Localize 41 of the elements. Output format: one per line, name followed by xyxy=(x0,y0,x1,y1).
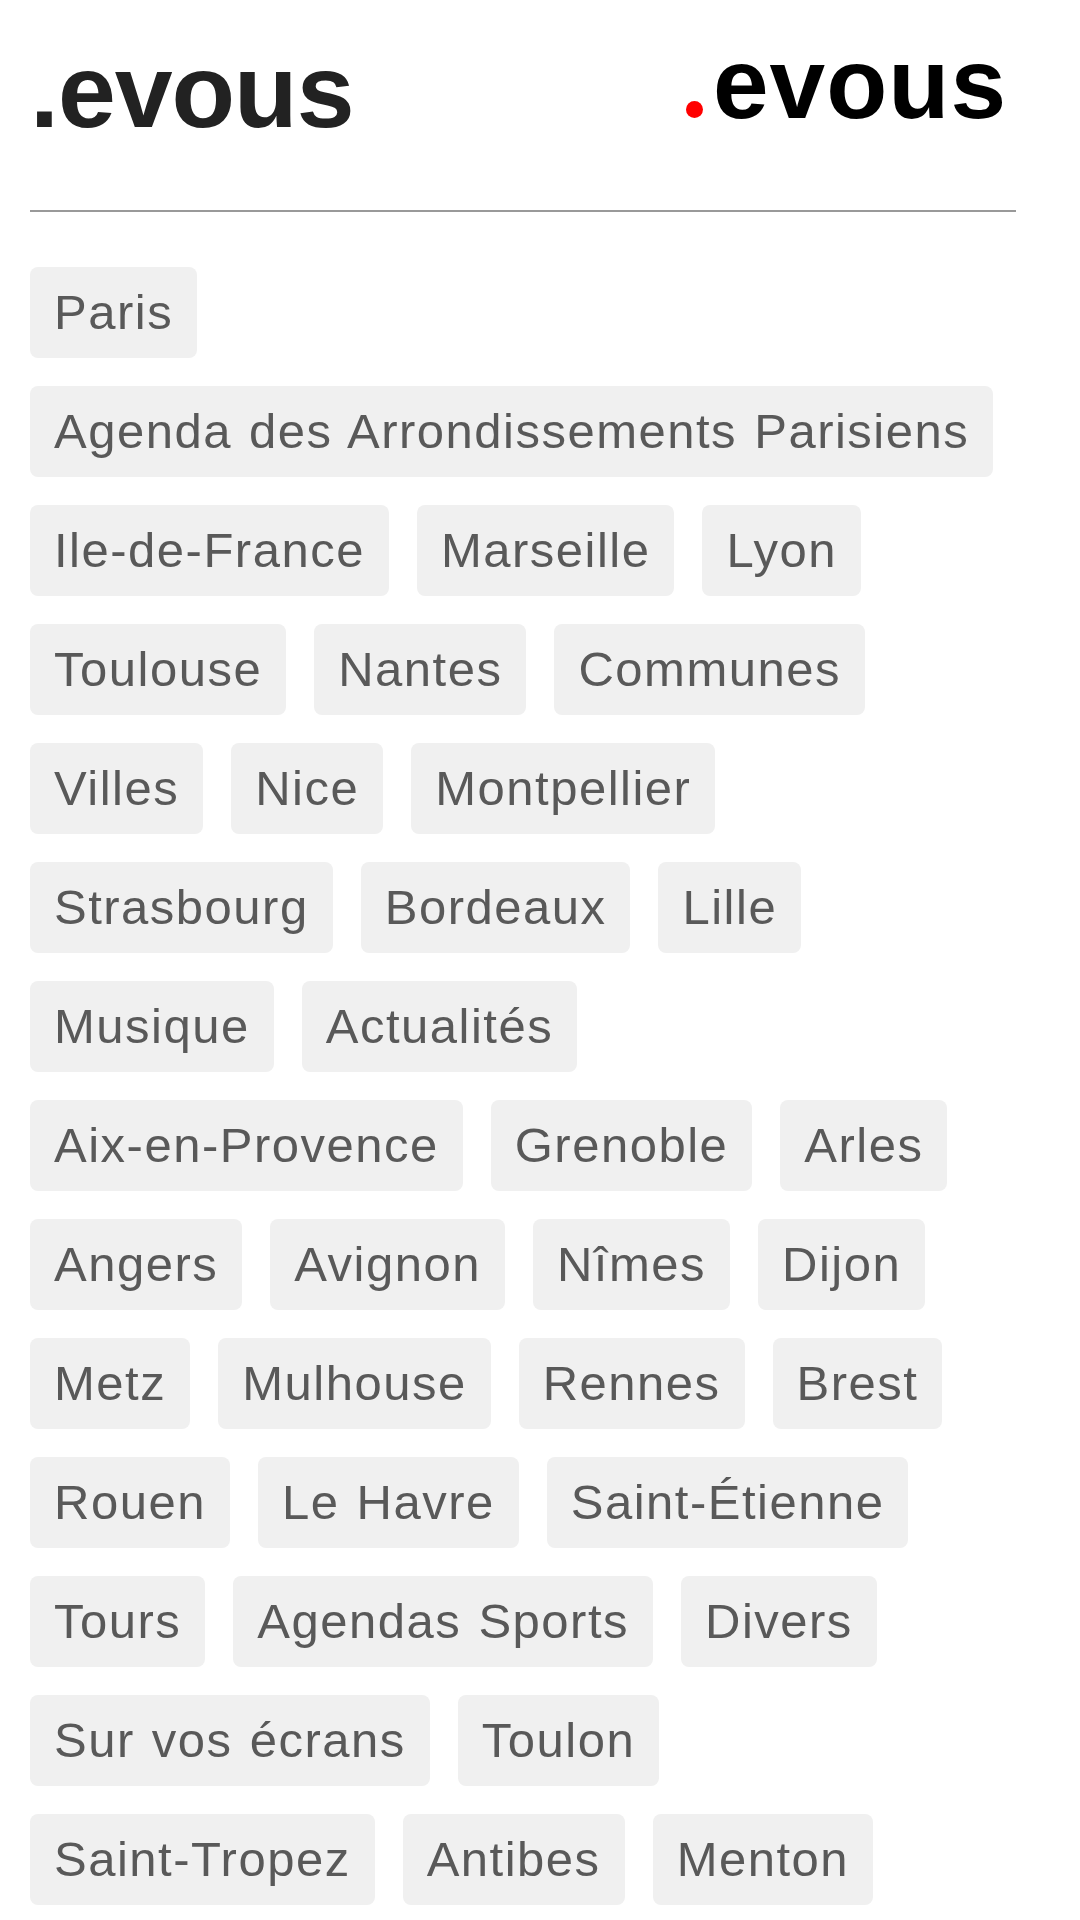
category-link[interactable]: Dijon xyxy=(758,1219,926,1310)
category-link[interactable]: Lille xyxy=(658,862,802,953)
category-link[interactable]: Sur vos écrans xyxy=(30,1695,430,1786)
category-link[interactable]: Toulon xyxy=(457,1695,660,1786)
category-link[interactable]: Le Havre xyxy=(257,1457,519,1548)
category-link[interactable]: Avignon xyxy=(270,1219,505,1310)
site-title[interactable]: .evous xyxy=(30,39,354,143)
category-link[interactable]: Paris xyxy=(30,267,198,358)
category-link[interactable]: Angers xyxy=(30,1219,243,1310)
category-link[interactable]: Agendas Sports xyxy=(233,1576,653,1667)
category-link[interactable]: Mulhouse xyxy=(218,1338,491,1429)
category-link[interactable]: Villes xyxy=(30,743,204,834)
category-link[interactable]: Metz xyxy=(30,1338,191,1429)
category-link[interactable]: Menton xyxy=(652,1814,874,1905)
category-link[interactable]: Nice xyxy=(231,743,384,834)
category-link[interactable]: Rennes xyxy=(518,1338,745,1429)
category-link[interactable]: Grenoble xyxy=(490,1100,753,1191)
category-link[interactable]: Communes xyxy=(554,624,865,715)
category-link[interactable]: Saint-Étienne xyxy=(546,1457,909,1548)
category-link[interactable]: Strasbourg xyxy=(30,862,333,953)
logo-text[interactable]: evous xyxy=(713,33,1007,133)
category-link[interactable]: Musique xyxy=(30,981,274,1072)
category-link[interactable]: Divers xyxy=(681,1576,877,1667)
category-link[interactable]: Agenda des Arrondissements Parisiens xyxy=(30,386,994,477)
category-link[interactable]: Toulouse xyxy=(30,624,287,715)
category-link[interactable]: Montpellier xyxy=(411,743,716,834)
category-link[interactable]: Lyon xyxy=(702,505,861,596)
category-link[interactable]: Tours xyxy=(30,1576,206,1667)
category-link[interactable]: Nîmes xyxy=(532,1219,731,1310)
category-link[interactable]: Bordeaux xyxy=(360,862,631,953)
category-link[interactable]: Arles xyxy=(780,1100,948,1191)
category-link[interactable]: Rouen xyxy=(30,1457,230,1548)
category-link[interactable]: Antibes xyxy=(402,1814,625,1905)
category-link[interactable]: Marseille xyxy=(416,505,675,596)
category-link[interactable]: Actualités xyxy=(301,981,578,1072)
category-link[interactable]: Aix-en-Provence xyxy=(30,1100,463,1191)
category-link[interactable]: Saint-Tropez xyxy=(30,1814,375,1905)
category-link[interactable]: Nantes xyxy=(314,624,527,715)
category-link[interactable]: Ile-de-France xyxy=(30,505,389,596)
category-link[interactable]: Brest xyxy=(772,1338,943,1429)
dot-icon xyxy=(686,101,703,118)
